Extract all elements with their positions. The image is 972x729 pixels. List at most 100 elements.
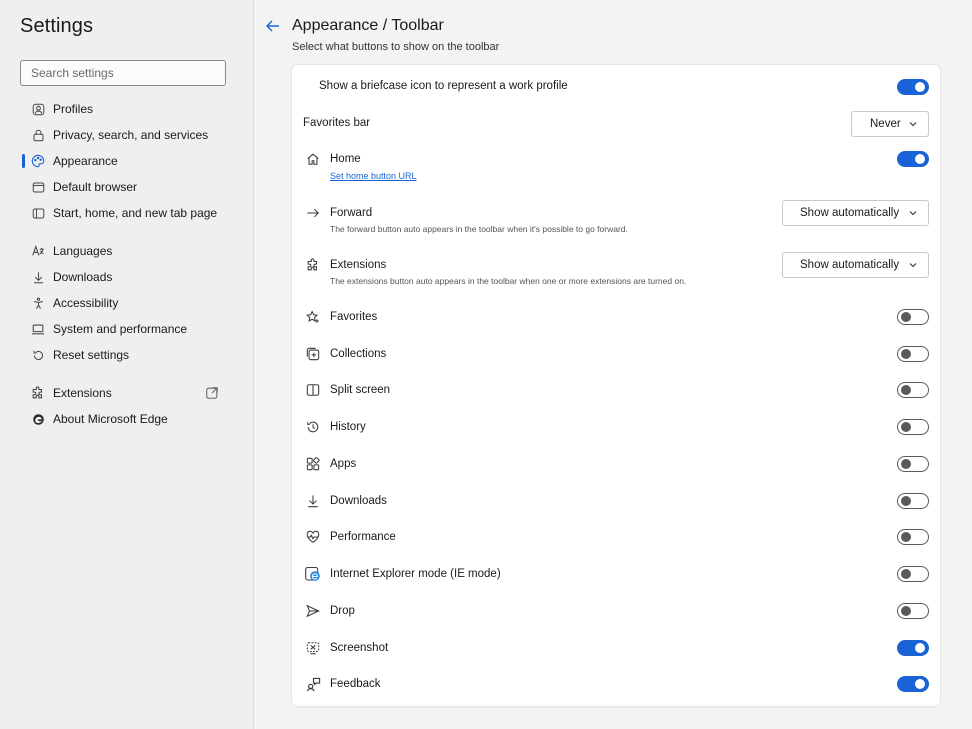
sidebar-item-label: Start, home, and new tab page [53,206,218,220]
setting-label: Forward [330,207,373,219]
toggle-knob [901,422,911,432]
set-home-url-link[interactable]: Set home button URL [330,171,417,181]
forward-dropdown[interactable]: Show automatically [782,200,929,226]
home-toggle[interactable] [897,151,929,167]
briefcase-toggle[interactable] [897,79,929,95]
accessibility-icon [31,296,45,310]
home-icon [305,151,321,167]
profile-icon [31,102,45,116]
collections-toggle[interactable] [897,346,929,362]
setting-label: Downloads [330,495,387,507]
sidebar-item-appearance[interactable]: Appearance [0,148,253,174]
setting-label: Drop [330,605,355,617]
setting-label: Show a briefcase icon to represent a wor… [319,80,568,92]
nav-group-main: Profiles Privacy, search, and services A… [0,96,253,226]
puzzle-icon [305,257,321,273]
setting-row-drop: Drop [292,602,940,622]
setting-row-home: Home Set home button URL [292,151,940,201]
sidebar-item-label: About Microsoft Edge [53,412,168,426]
feedback-toggle[interactable] [897,676,929,692]
sidebar-item-about[interactable]: About Microsoft Edge [0,406,253,432]
setting-label: Screenshot [330,642,389,654]
drop-toggle[interactable] [897,603,929,619]
toggle-knob [901,312,911,322]
setting-row-favorites: Favorites [292,308,940,328]
chevron-down-icon [909,263,917,268]
sidebar-nav: Profiles Privacy, search, and services A… [0,96,253,444]
ie-mode-icon [305,566,321,582]
setting-row-collections: Collections [292,345,940,365]
toggle-knob [901,606,911,616]
setting-row-briefcase: Show a briefcase icon to represent a wor… [292,65,940,111]
external-link-icon[interactable] [205,386,219,400]
toggle-knob [901,385,911,395]
sidebar-item-label: Reset settings [53,348,130,362]
dropdown-value: Show automatically [800,259,900,271]
forward-arrow-icon [305,205,321,221]
setting-row-split-screen: Split screen [292,381,940,401]
setting-label: Apps [330,458,357,470]
dropdown-value: Show automatically [800,207,900,219]
toggle-knob [915,82,925,92]
setting-label: Split screen [330,384,391,396]
sidebar-item-extensions[interactable]: Extensions [0,380,253,406]
screenshot-toggle[interactable] [897,640,929,656]
performance-toggle[interactable] [897,529,929,545]
search-input[interactable] [20,60,226,86]
edge-logo-icon [31,412,45,426]
extensions-dropdown[interactable]: Show automatically [782,252,929,278]
palette-icon [31,154,45,168]
sidebar-item-default-browser[interactable]: Default browser [0,174,253,200]
setting-label: Favorites [330,311,378,323]
sidebar-item-reset[interactable]: Reset settings [0,342,253,368]
split-screen-toggle[interactable] [897,382,929,398]
toggle-knob [901,496,911,506]
sidebar-item-downloads[interactable]: Downloads [0,264,253,290]
sidebar-item-system-performance[interactable]: System and performance [0,316,253,342]
apps-toggle[interactable] [897,456,929,472]
sidebar-item-accessibility[interactable]: Accessibility [0,290,253,316]
sidebar-item-start-home[interactable]: Start, home, and new tab page [0,200,253,226]
setting-label: Performance [330,531,396,543]
lock-icon [31,128,45,142]
setting-row-history: History [292,418,940,438]
browser-icon [31,180,45,194]
setting-row-performance: Performance [292,528,940,548]
setting-description: The extensions button auto appears in th… [330,276,687,286]
sidebar-item-label: Extensions [53,386,112,400]
sidebar-item-label: Default browser [53,180,138,194]
setting-label: Internet Explorer mode (IE mode) [330,568,501,580]
back-arrow-icon[interactable] [264,17,282,35]
sidebar-title: Settings [20,15,94,37]
setting-row-downloads: Downloads [292,492,940,512]
toggle-knob [901,569,911,579]
toggle-knob [901,532,911,542]
apps-icon [305,456,321,472]
setting-description: The forward button auto appears in the t… [330,224,628,234]
ie-mode-toggle[interactable] [897,566,929,582]
feedback-icon [305,676,321,692]
languages-icon [31,244,45,258]
favorites-bar-dropdown[interactable]: Never [851,111,929,137]
dropdown-value: Never [870,118,901,130]
sidebar-item-label: Privacy, search, and services [53,128,209,142]
performance-heart-icon [305,529,321,545]
chevron-down-icon [909,211,917,216]
setting-label: Collections [330,348,387,360]
sidebar: Settings Profiles Privacy, search, and s… [0,0,254,729]
reset-icon [31,348,45,362]
favorites-toggle[interactable] [897,309,929,325]
sidebar-item-label: Downloads [53,270,113,284]
history-toggle[interactable] [897,419,929,435]
setting-label: Home [330,153,361,165]
sidebar-item-label: Appearance [53,154,118,168]
sidebar-item-languages[interactable]: Languages [0,238,253,264]
setting-row-extensions: Extensions The extensions button auto ap… [292,252,940,305]
download-icon [31,270,45,284]
sidebar-item-privacy[interactable]: Privacy, search, and services [0,122,253,148]
toggle-knob [901,459,911,469]
downloads-toggle[interactable] [897,493,929,509]
toolbar-settings-card: Show a briefcase icon to represent a wor… [292,65,940,706]
toggle-knob [915,154,925,164]
sidebar-item-profiles[interactable]: Profiles [0,96,253,122]
